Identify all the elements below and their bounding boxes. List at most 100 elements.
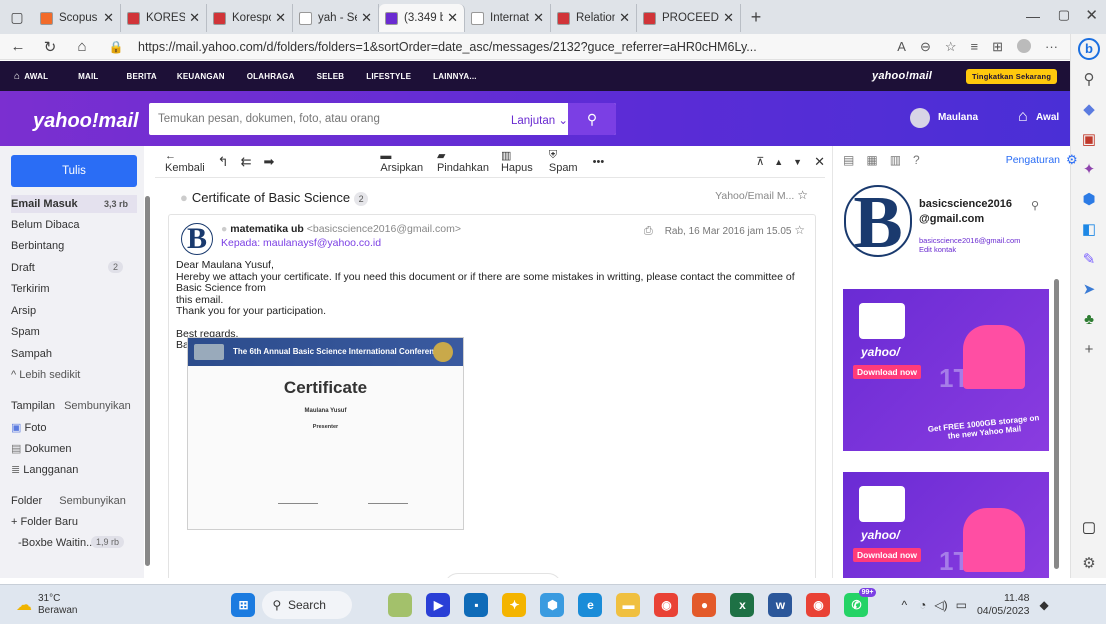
minimize-button[interactable]: — <box>1026 8 1040 24</box>
folder-item-unread[interactable]: Belum Dibaca <box>11 219 137 231</box>
folder-item-inbox[interactable]: Email Masuk 3,3 rb <box>11 195 137 213</box>
ad-download-button[interactable]: Download now <box>853 365 921 379</box>
user-name[interactable]: Maulana <box>938 112 978 123</box>
weather-widget[interactable]: 31°C Berawan <box>38 593 77 617</box>
recipient-email[interactable]: maulanaysf@yahoo.co.id <box>263 237 381 249</box>
edit-contact-link[interactable]: Edit kontak <box>919 245 956 254</box>
tray-expand-icon[interactable]: ^ <box>901 598 907 612</box>
word-icon[interactable]: w <box>768 592 793 617</box>
folder-item-spam[interactable]: Spam <box>11 326 137 338</box>
view-item-photos[interactable]: ▣ Foto <box>11 421 137 434</box>
forward-icon[interactable]: ➡ <box>263 154 274 170</box>
close-tab-icon[interactable]: ✕ <box>103 10 114 26</box>
app-icon[interactable]: ⬢ <box>540 592 565 617</box>
search-input[interactable]: Temukan pesan, dokumen, foto, atau orang <box>158 113 380 125</box>
read-aloud-icon[interactable]: A <box>897 39 906 55</box>
tag-icon[interactable]: ◆ <box>1071 94 1106 124</box>
restore-button[interactable]: ▢ <box>1058 7 1070 23</box>
browser-tab[interactable]: Korespond ✕ <box>207 4 293 32</box>
archive-button[interactable]: ▬ Arsipkan <box>380 150 425 174</box>
edge-icon[interactable]: e <box>578 592 603 617</box>
search-box[interactable]: Temukan pesan, dokumen, foto, atau orang… <box>149 103 616 135</box>
views-hide-link[interactable]: Sembunyikan <box>64 400 131 412</box>
browser-tab[interactable]: Scopus pre ✕ <box>34 4 121 32</box>
close-tab-icon[interactable]: ✕ <box>533 10 544 26</box>
office-icon[interactable]: ◧ <box>1071 214 1106 244</box>
folder-item-trash[interactable]: Sampah <box>11 348 137 360</box>
tab-actions-icon[interactable]: ▢ <box>0 9 34 26</box>
spam-button[interactable]: ⛨ Spam <box>549 149 581 174</box>
send-icon[interactable]: ➤ <box>1071 274 1106 304</box>
clock[interactable]: 11.48 04/05/2023 <box>977 592 1030 618</box>
favorites-list-icon[interactable]: ≡ <box>971 39 979 55</box>
excel-icon[interactable]: x <box>730 592 755 617</box>
whatsapp-icon[interactable]: ✆ 99+ <box>844 587 877 617</box>
chrome-icon[interactable]: ◉ <box>806 592 831 617</box>
battery-icon[interactable]: ▭ <box>956 598 967 612</box>
chrome-icon[interactable]: ◉ <box>654 592 679 617</box>
app-icon[interactable]: ✦ <box>502 592 527 617</box>
delete-button[interactable]: ▥ Hapus <box>501 149 537 174</box>
browser-tab[interactable]: PROCEEDIN ✕ <box>637 4 741 32</box>
collections-icon[interactable]: ⊞ <box>992 39 1003 55</box>
nav-item[interactable]: KEUANGAN <box>177 72 225 81</box>
notepad-icon[interactable]: ▥ <box>890 153 901 167</box>
wifi-icon[interactable]: ◔ <box>919 598 926 612</box>
folder-item-archive[interactable]: Arsip <box>11 305 137 317</box>
bing-icon[interactable]: b <box>1071 34 1106 64</box>
meet-icon[interactable]: ▶ <box>426 592 451 617</box>
move-button[interactable]: ▰ Pindahkan <box>437 149 489 174</box>
browser-tab[interactable]: yah - Search ✕ <box>293 4 379 32</box>
designer-icon[interactable]: ✎ <box>1071 244 1106 274</box>
settings-icon[interactable]: ⚙ <box>1071 548 1106 578</box>
games-icon[interactable]: ⬢ <box>1071 184 1106 214</box>
home-icon[interactable]: ⌂ <box>1018 108 1028 126</box>
next-message-icon[interactable]: ▼ <box>793 157 802 167</box>
new-folder-button[interactable]: + Folder Baru <box>11 516 137 528</box>
nav-item[interactable]: OLAHRAGA <box>247 72 295 81</box>
more-icon[interactable]: ··· <box>1045 39 1058 55</box>
search-icon[interactable]: ⚲ <box>1031 199 1039 212</box>
taskbar-search[interactable]: ⚲ Search <box>262 590 353 619</box>
store-icon[interactable]: ▪ <box>464 592 489 617</box>
star-icon[interactable]: ☆ <box>797 188 808 202</box>
close-tab-icon[interactable]: ✕ <box>189 10 200 26</box>
close-window-button[interactable]: ✕ <box>1085 6 1098 24</box>
sidebar-scrollbar[interactable] <box>145 196 150 566</box>
show-less-link[interactable]: ^ Lebih sedikit <box>11 369 137 381</box>
url-field[interactable]: https://mail.yahoo.com/d/folders/folders… <box>138 40 897 54</box>
yahoo-mail-logo[interactable]: yahoo!mail <box>33 110 139 133</box>
previous-message-icon[interactable]: ▲ <box>774 157 783 167</box>
browser-tab[interactable]: KORESPON ✕ <box>121 4 207 32</box>
browser-tab[interactable]: Internation ✕ <box>465 4 551 32</box>
search-button[interactable]: ⚲ <box>568 103 616 135</box>
new-tab-button[interactable]: + <box>741 7 771 28</box>
compose-button[interactable]: Tulis <box>11 155 137 187</box>
tree-icon[interactable]: ♣ <box>1071 304 1106 334</box>
close-message-icon[interactable]: ✕ <box>814 154 825 170</box>
nav-item[interactable]: MAIL <box>78 72 98 81</box>
reply-icon[interactable]: ↰ <box>218 154 229 170</box>
more-actions-icon[interactable]: ••• <box>593 156 605 168</box>
collapse-icon[interactable]: ⊼ <box>756 155 764 168</box>
right-scrollbar[interactable] <box>1054 279 1059 569</box>
folder-item-sent[interactable]: Terkirim <box>11 283 137 295</box>
sidebar-toggle-icon[interactable]: ▢ <box>1071 512 1106 542</box>
refresh-icon[interactable]: ↻ <box>38 38 62 56</box>
volume-icon[interactable]: ◁) <box>934 598 947 612</box>
notification-icon[interactable]: ◆ <box>1040 598 1049 612</box>
sender-name[interactable]: matematika ub <box>230 223 304 235</box>
advanced-search-button[interactable]: Lanjutan ⌄ <box>511 113 568 127</box>
view-item-subscriptions[interactable]: ≣ Langganan <box>11 463 137 476</box>
folder-item-boxbe[interactable]: -Boxbe Waitin... 1,9 rb <box>18 536 144 549</box>
nav-item[interactable]: LIFESTYLE <box>366 72 411 81</box>
back-button[interactable]: ← Kembali <box>165 150 208 174</box>
close-tab-icon[interactable]: ✕ <box>723 10 734 26</box>
app-icon[interactable]: ● <box>692 592 717 617</box>
browser-tab[interactable]: (3.349 belu ✕ <box>379 4 465 32</box>
nav-item[interactable]: AWAL <box>24 72 48 81</box>
ad-banner-2[interactable]: yahoo/ Download now 1TB <box>843 472 1049 578</box>
favorite-icon[interactable]: ☆ <box>945 39 957 55</box>
back-icon[interactable]: ← <box>6 38 30 55</box>
start-button[interactable]: ⊞ <box>231 592 256 617</box>
